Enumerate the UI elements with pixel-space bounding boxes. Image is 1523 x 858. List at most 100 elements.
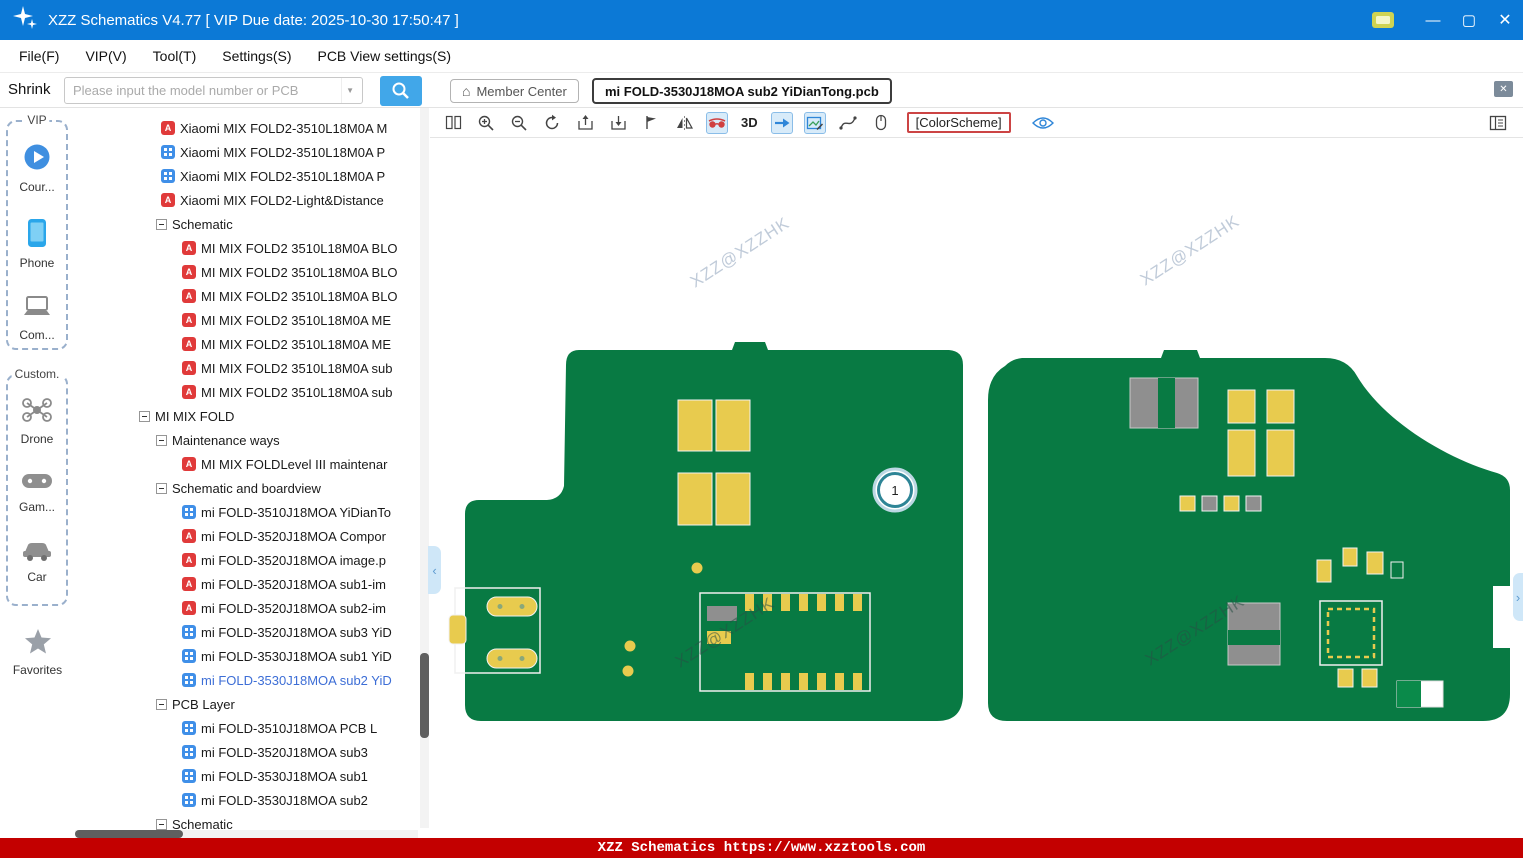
collapse-left-panel-handle[interactable]: ‹ xyxy=(428,546,441,594)
tree-item[interactable]: MI MIX FOLD2 3510L18M0A BLO xyxy=(75,260,430,284)
export-bottom-icon[interactable] xyxy=(607,112,629,134)
shrink-button[interactable]: Shrink xyxy=(8,81,51,98)
tree-item[interactable]: mi FOLD-3530J18MOA sub1 xyxy=(75,764,430,788)
tree-item[interactable]: MI MIX FOLD xyxy=(75,404,430,428)
vip-badge-icon[interactable] xyxy=(1371,10,1395,30)
sidebar-item-phone[interactable]: Phone xyxy=(20,218,55,270)
tree-item-label: MI MIX FOLD2 3510L18M0A ME xyxy=(201,313,391,328)
pcb-board-left[interactable]: XZZ@XZZHK xyxy=(449,342,963,721)
minimize-button[interactable]: — xyxy=(1415,0,1451,40)
zoom-in-icon[interactable] xyxy=(475,112,497,134)
tree-item[interactable]: Xiaomi MIX FOLD2-3510L18M0A P xyxy=(75,140,430,164)
tree-item[interactable]: Schematic xyxy=(75,212,430,236)
tree-item[interactable]: mi FOLD-3520J18MOA sub3 xyxy=(75,740,430,764)
menu-item-tool[interactable]: Tool(T) xyxy=(140,40,210,73)
sidebar-item-label: Phone xyxy=(20,256,55,270)
menu-item-file[interactable]: File(F) xyxy=(6,40,72,73)
scrollbar-thumb[interactable] xyxy=(420,653,429,738)
image-measure-icon[interactable] xyxy=(804,112,826,134)
sidebar-item-game[interactable]: Gam... xyxy=(19,470,55,514)
mouse-icon[interactable] xyxy=(870,112,892,134)
tree-item[interactable]: mi FOLD-3520J18MOA sub3 YiD xyxy=(75,620,430,644)
sidebar-item-drone[interactable]: Drone xyxy=(21,396,54,446)
layers-panel-icon[interactable] xyxy=(1487,112,1509,134)
watermark-text: XZZ@XZZHK xyxy=(687,213,793,291)
curve-tool-icon[interactable] xyxy=(837,112,859,134)
maximize-button[interactable]: ▢ xyxy=(1451,0,1487,40)
refresh-icon[interactable] xyxy=(541,112,563,134)
component-marker[interactable]: 1 xyxy=(874,469,916,511)
scrollbar-thumb[interactable] xyxy=(75,830,183,838)
tree-collapse-icon[interactable] xyxy=(139,411,150,422)
menubar: File(F)VIP(V)Tool(T)Settings(S)PCB View … xyxy=(0,40,1523,73)
split-view-icon[interactable] xyxy=(442,112,464,134)
collapse-right-panel-handle[interactable]: › xyxy=(1513,573,1523,621)
tree-vertical-scrollbar[interactable] xyxy=(420,108,429,828)
tree-item[interactable]: MI MIX FOLDLevel III maintenar xyxy=(75,452,430,476)
search-button[interactable] xyxy=(380,76,422,106)
tree-item[interactable]: Xiaomi MIX FOLD2-Light&Distance xyxy=(75,188,430,212)
tree-item[interactable]: MI MIX FOLD2 3510L18M0A sub xyxy=(75,356,430,380)
pdf-file-icon xyxy=(161,121,175,135)
tree-collapse-icon[interactable] xyxy=(156,483,167,494)
tree-item[interactable]: MI MIX FOLD2 3510L18M0A BLO xyxy=(75,284,430,308)
tree-collapse-icon[interactable] xyxy=(156,219,167,230)
pcb-board-right[interactable]: XZZ@XZZHK xyxy=(988,350,1510,721)
tree-collapse-icon[interactable] xyxy=(156,435,167,446)
pdf-file-icon xyxy=(182,361,196,375)
tree-item[interactable]: Maintenance ways xyxy=(75,428,430,452)
arrow-tool-icon[interactable] xyxy=(771,112,793,134)
search-input[interactable] xyxy=(65,83,341,98)
pcb-canvas[interactable]: XZZ@XZZHK XZZ@XZZHK xyxy=(430,138,1523,838)
tree-item[interactable]: mi FOLD-3530J18MOA sub2 xyxy=(75,788,430,812)
visibility-eye-icon[interactable] xyxy=(1032,112,1054,134)
tree-collapse-icon[interactable] xyxy=(156,699,167,710)
tree-item-selected[interactable]: mi FOLD-3530J18MOA sub2 YiD xyxy=(75,668,430,692)
tree-item[interactable]: Schematic and boardview xyxy=(75,476,430,500)
tree-item-label: MI MIX FOLD2 3510L18M0A BLO xyxy=(201,241,398,256)
tree-collapse-icon[interactable] xyxy=(156,819,167,830)
car-icon xyxy=(21,538,53,567)
mirror-flip-icon[interactable] xyxy=(673,112,695,134)
tree-item-label: Maintenance ways xyxy=(172,433,280,448)
tree-item[interactable]: mi FOLD-3530J18MOA sub1 YiD xyxy=(75,644,430,668)
tree-item[interactable]: mi FOLD-3510J18MOA YiDianTo xyxy=(75,500,430,524)
sidebar-item-favorites[interactable]: Favorites xyxy=(0,628,75,677)
close-panel-icon[interactable]: ✕ xyxy=(1494,81,1513,97)
tree-item[interactable]: PCB Layer xyxy=(75,692,430,716)
3d-view-button[interactable]: 3D xyxy=(739,115,760,130)
close-button[interactable]: ✕ xyxy=(1487,0,1523,40)
tab-member-center[interactable]: ⌂ Member Center xyxy=(450,79,579,103)
tree-item-label: PCB Layer xyxy=(172,697,235,712)
zoom-out-icon[interactable] xyxy=(508,112,530,134)
tree-item[interactable]: MI MIX FOLD2 3510L18M0A ME xyxy=(75,332,430,356)
tree-item[interactable]: mi FOLD-3520J18MOA sub1-im xyxy=(75,572,430,596)
menu-item-vip[interactable]: VIP(V) xyxy=(72,40,139,73)
tree-item[interactable]: mi FOLD-3520J18MOA Compor xyxy=(75,524,430,548)
gamepad-icon xyxy=(21,470,53,497)
colorscheme-button[interactable]: [ColorScheme] xyxy=(907,112,1011,133)
boardview-file-icon xyxy=(182,745,196,759)
tree-item[interactable]: MI MIX FOLD2 3510L18M0A BLO xyxy=(75,236,430,260)
tree-item[interactable]: Xiaomi MIX FOLD2-3510L18M0A M xyxy=(75,116,430,140)
tree-item[interactable]: mi FOLD-3510J18MOA PCB L xyxy=(75,716,430,740)
tree-item-label: MI MIX FOLD2 3510L18M0A ME xyxy=(201,337,391,352)
tree-item[interactable]: mi FOLD-3520J18MOA image.p xyxy=(75,548,430,572)
sidebar-item-course[interactable]: Cour... xyxy=(19,142,54,194)
tab-active-pcb[interactable]: mi FOLD-3530J18MOA sub2 YiDianTong.pcb xyxy=(592,78,892,104)
tree-item[interactable]: Xiaomi MIX FOLD2-3510L18M0A P xyxy=(75,164,430,188)
pin-flag-icon[interactable] xyxy=(640,112,662,134)
pdf-file-icon xyxy=(182,241,196,255)
tree-horizontal-scrollbar[interactable] xyxy=(75,830,418,838)
tree-item[interactable]: MI MIX FOLD2 3510L18M0A ME xyxy=(75,308,430,332)
sidebar-item-computer[interactable]: Com... xyxy=(19,294,54,342)
tree-item[interactable]: MI MIX FOLD2 3510L18M0A sub xyxy=(75,380,430,404)
menu-item-settings[interactable]: Settings(S) xyxy=(209,40,304,73)
search-combobox[interactable]: ▼ xyxy=(64,77,363,104)
diode-glasses-icon[interactable] xyxy=(706,112,728,134)
sidebar-item-car[interactable]: Car xyxy=(21,538,53,584)
menu-item-pcb-view-settings[interactable]: PCB View settings(S) xyxy=(304,40,464,73)
chevron-down-icon[interactable]: ▼ xyxy=(341,78,362,103)
export-top-icon[interactable] xyxy=(574,112,596,134)
tree-item[interactable]: mi FOLD-3520J18MOA sub2-im xyxy=(75,596,430,620)
